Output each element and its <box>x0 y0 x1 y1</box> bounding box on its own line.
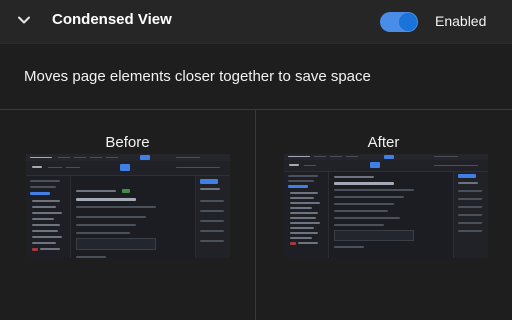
after-preview-panel: After <box>256 110 511 320</box>
feature-description-section: Moves page elements closer together to s… <box>0 44 512 110</box>
before-preview-panel: Before <box>0 110 255 320</box>
after-label: After <box>367 134 400 151</box>
before-screenshot <box>26 154 230 258</box>
preview-right-panel <box>453 172 488 258</box>
preview-subbar <box>26 161 230 176</box>
preview-sidebar <box>284 172 329 258</box>
before-label: Before <box>105 134 150 151</box>
preview-content <box>72 176 194 258</box>
feature-title: Condensed View <box>52 11 172 28</box>
preview-topbar <box>26 154 230 161</box>
toggle-status-label: Enabled <box>435 13 487 29</box>
toggle-knob <box>400 14 416 30</box>
after-screenshot <box>284 154 488 258</box>
feature-header: Condensed View Enabled <box>0 0 512 44</box>
preview-sidebar <box>26 176 71 258</box>
preview-subbar <box>284 160 488 172</box>
chevron-down-icon[interactable] <box>16 12 32 28</box>
feature-description: Moves page elements closer together to s… <box>24 68 371 85</box>
enabled-toggle[interactable] <box>380 12 418 32</box>
preview-right-panel <box>195 176 230 258</box>
preview-content <box>330 172 452 258</box>
